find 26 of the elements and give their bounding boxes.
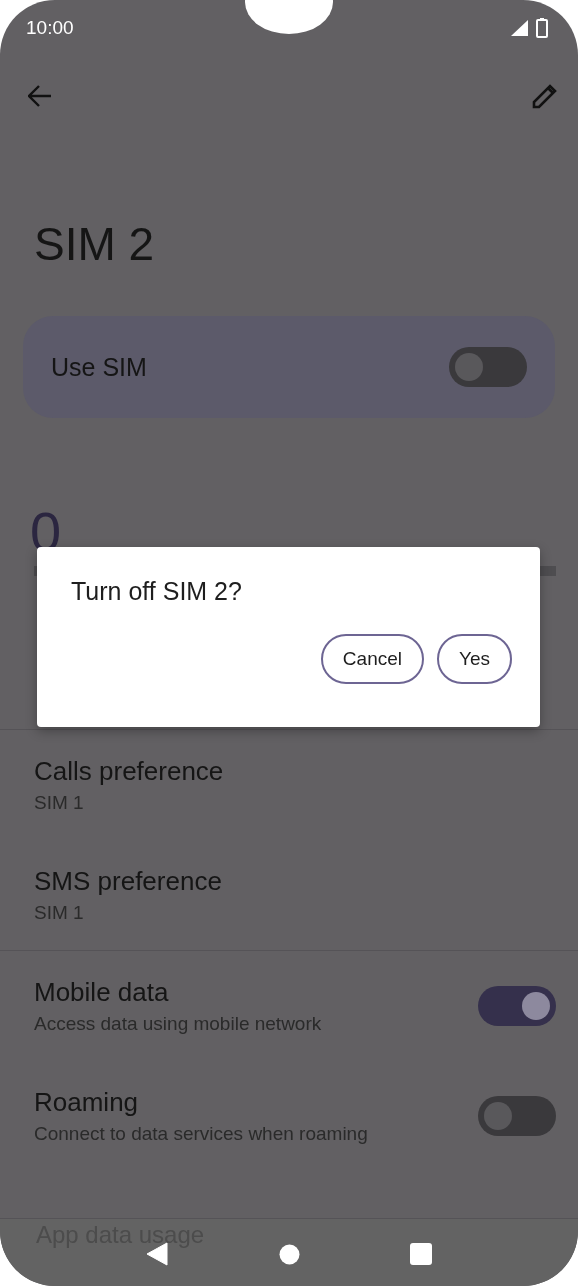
use-sim-switch[interactable] bbox=[449, 347, 527, 387]
preference-item[interactable]: SMS preference SIM 1 bbox=[0, 840, 578, 950]
preference-title: SMS preference bbox=[34, 866, 223, 897]
preference-title: Calls preference bbox=[34, 756, 225, 787]
signal-icon bbox=[511, 20, 529, 36]
pencil-icon[interactable] bbox=[532, 83, 558, 109]
setting-subtitle: Access data using mobile network bbox=[34, 1013, 322, 1035]
page-title: SIM 2 bbox=[33, 221, 156, 272]
preference-item[interactable]: Calls preference SIM 1 bbox=[0, 730, 578, 840]
setting-title: Roaming bbox=[34, 1087, 140, 1118]
toggle-switch[interactable] bbox=[478, 986, 556, 1026]
dialog-button[interactable]: Yes bbox=[437, 634, 512, 684]
toggle-switch[interactable] bbox=[478, 1096, 556, 1136]
recents-square-icon[interactable] bbox=[410, 1243, 432, 1265]
preference-value: SIM 1 bbox=[34, 792, 85, 814]
preference-value: SIM 1 bbox=[34, 902, 85, 924]
back-arrow-icon[interactable] bbox=[28, 85, 52, 107]
use-sim-card[interactable]: Use SIM bbox=[23, 316, 555, 418]
dialog-title: Turn off SIM 2? bbox=[71, 577, 243, 606]
home-circle-icon[interactable] bbox=[278, 1243, 300, 1265]
status-time: 10:00 bbox=[26, 17, 74, 39]
dialog-button[interactable]: Cancel bbox=[320, 634, 424, 684]
setting-title: Mobile data bbox=[34, 977, 170, 1008]
setting-subtitle: Connect to data services when roaming bbox=[34, 1123, 368, 1145]
use-sim-label: Use SIM bbox=[51, 352, 147, 382]
battery-icon bbox=[536, 18, 548, 38]
